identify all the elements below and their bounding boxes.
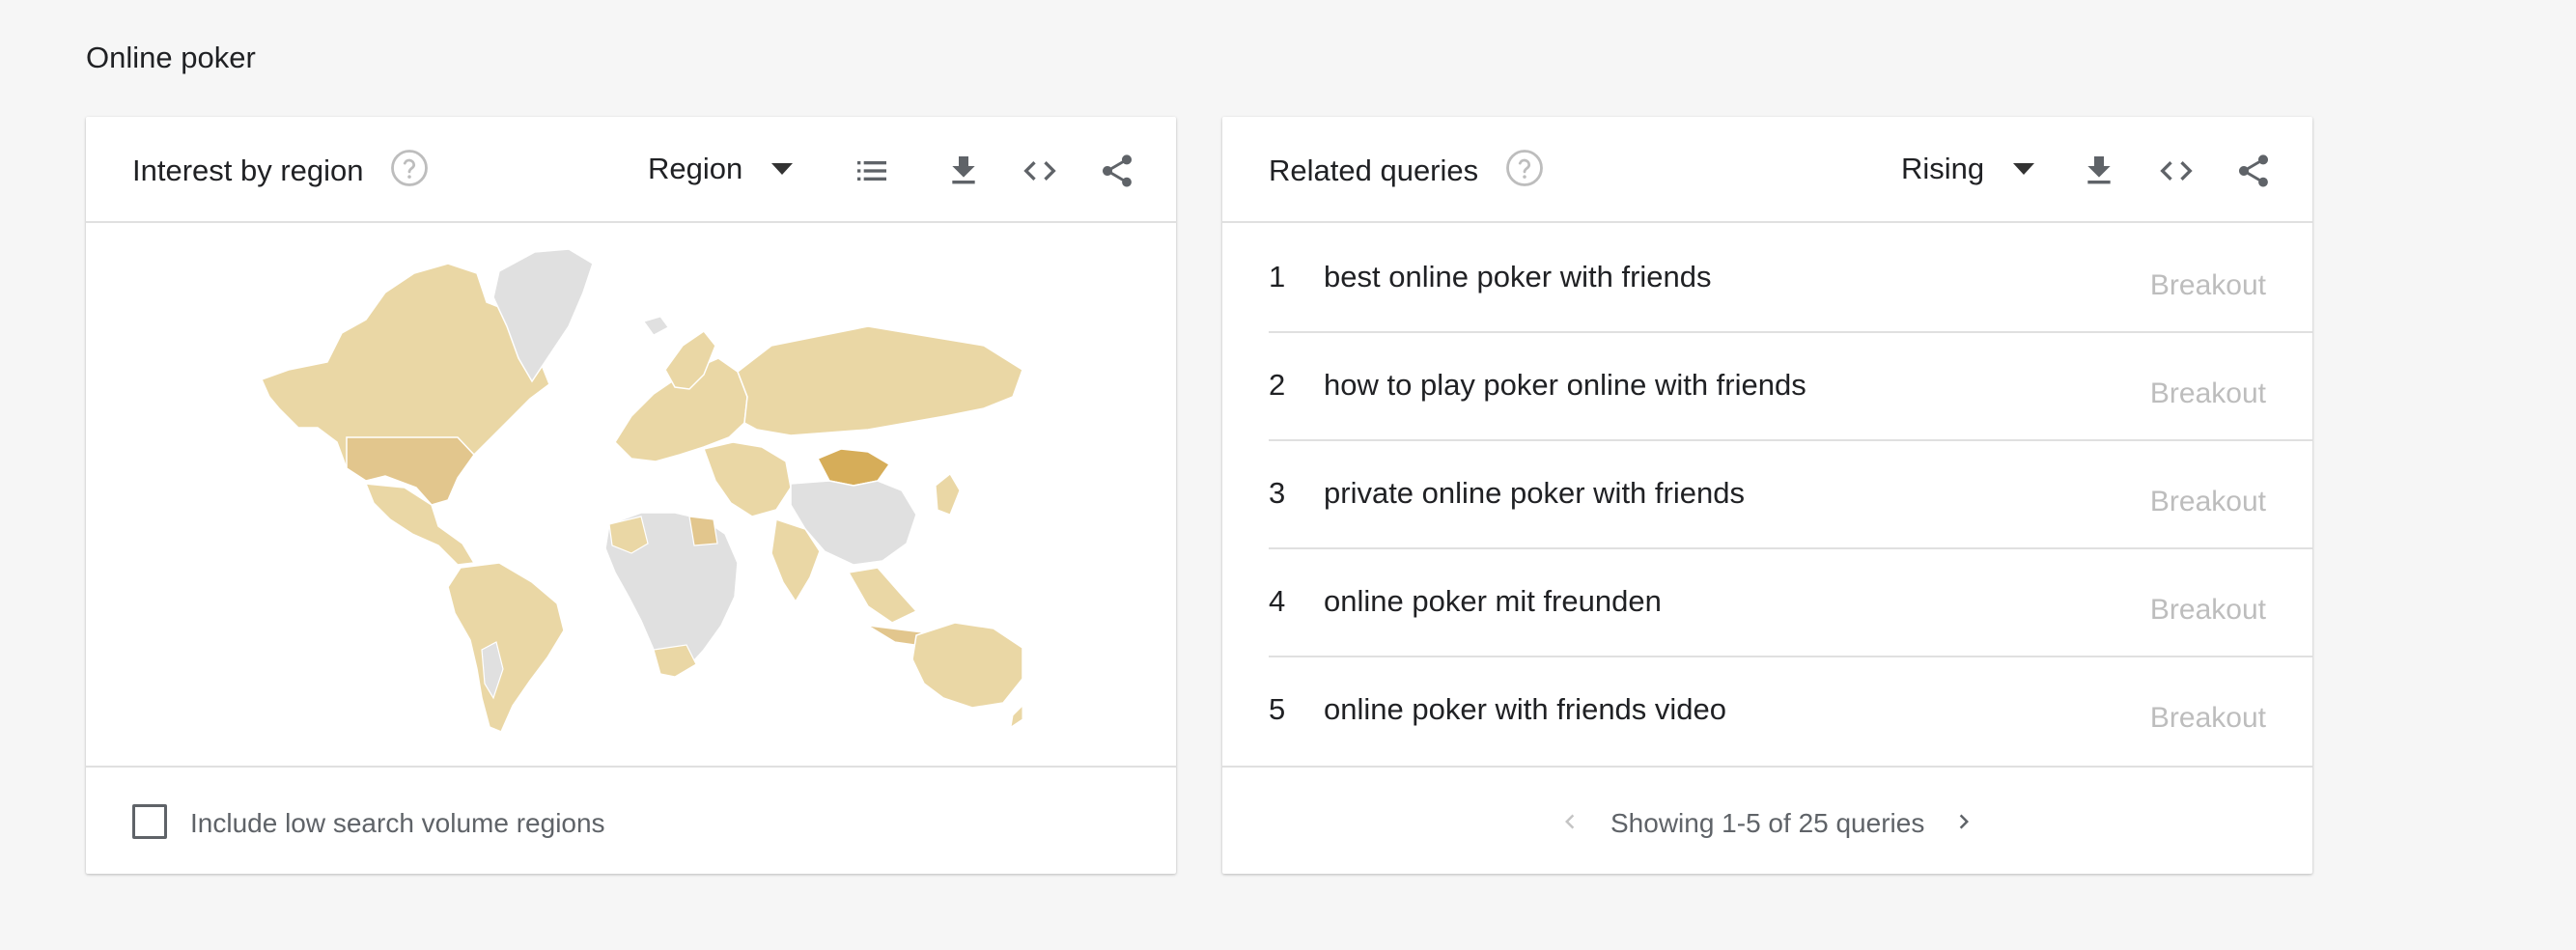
query-text[interactable]: online poker mit freunden bbox=[1324, 584, 1662, 619]
query-value: Breakout bbox=[2149, 594, 2266, 626]
sort-dropdown[interactable]: Rising bbox=[1901, 150, 2035, 188]
region-mongolia bbox=[816, 448, 891, 487]
world-map[interactable] bbox=[86, 225, 1176, 766]
region-egypt bbox=[688, 516, 718, 546]
share-icon[interactable] bbox=[1096, 150, 1138, 192]
related-queries-card: Related queries Rising 1 best online pok… bbox=[1222, 117, 2312, 874]
query-value: Breakout bbox=[2149, 486, 2266, 517]
interest-by-region-card: Interest by region Region Include low se… bbox=[86, 117, 1176, 874]
query-text[interactable]: private online poker with friends bbox=[1324, 476, 1745, 511]
page-title: Online poker bbox=[86, 41, 256, 74]
related-queries-header: Related queries Rising bbox=[1222, 117, 2312, 223]
list-icon[interactable] bbox=[851, 150, 893, 192]
query-value: Breakout bbox=[2149, 269, 2266, 301]
world-map-svg[interactable] bbox=[250, 244, 1022, 737]
pagination-label: Showing 1-5 of 25 queries bbox=[1610, 808, 1925, 838]
sort-label: Rising bbox=[1901, 152, 1985, 185]
query-value: Breakout bbox=[2149, 377, 2266, 409]
query-row[interactable]: 1 best online poker with friends Breakou… bbox=[1269, 225, 2312, 333]
query-rank: 1 bbox=[1269, 260, 1286, 293]
related-queries-title: Related queries bbox=[1269, 154, 1479, 187]
include-low-volume-label[interactable]: Include low search volume regions bbox=[190, 808, 605, 839]
query-value: Breakout bbox=[2149, 702, 2266, 734]
download-icon[interactable] bbox=[2078, 150, 2120, 192]
region-south-america bbox=[447, 562, 565, 733]
query-rank: 5 bbox=[1269, 692, 1286, 726]
region-russia bbox=[737, 325, 1022, 436]
query-row[interactable]: 3 private online poker with friends Brea… bbox=[1269, 441, 2312, 549]
query-row[interactable]: 5 online poker with friends video Breako… bbox=[1269, 657, 2312, 766]
query-row[interactable]: 2 how to play poker online with friends … bbox=[1269, 333, 2312, 441]
region-iceland bbox=[643, 316, 669, 336]
region-southeast-asia bbox=[847, 567, 918, 624]
include-low-volume-checkbox[interactable] bbox=[132, 804, 167, 839]
chevron-left-icon[interactable] bbox=[1551, 802, 1589, 841]
embed-code-icon[interactable] bbox=[1019, 150, 1061, 192]
query-text[interactable]: online poker with friends video bbox=[1324, 692, 1726, 727]
help-circle-icon[interactable] bbox=[389, 148, 430, 188]
query-row[interactable]: 4 online poker mit freunden Breakout bbox=[1269, 549, 2312, 657]
pagination: Showing 1-5 of 25 queries bbox=[1222, 766, 2312, 874]
region-middle-east bbox=[703, 441, 792, 517]
embed-code-icon[interactable] bbox=[2155, 150, 2198, 192]
interest-by-region-header: Interest by region Region bbox=[86, 117, 1176, 223]
region-resolution-dropdown[interactable]: Region bbox=[648, 150, 794, 188]
region-mexico bbox=[364, 483, 476, 566]
region-new-zealand bbox=[1010, 705, 1022, 729]
caret-down-icon bbox=[2013, 163, 2035, 175]
interest-by-region-footer: Include low search volume regions bbox=[86, 766, 1176, 874]
query-rank: 2 bbox=[1269, 368, 1286, 402]
download-icon[interactable] bbox=[942, 150, 985, 192]
query-text[interactable]: how to play poker online with friends bbox=[1324, 368, 1806, 403]
share-icon[interactable] bbox=[2232, 150, 2275, 192]
region-australia bbox=[911, 622, 1022, 709]
chevron-right-icon[interactable] bbox=[1945, 802, 1983, 841]
region-resolution-label: Region bbox=[648, 152, 743, 185]
query-rank: 3 bbox=[1269, 476, 1286, 510]
query-rank: 4 bbox=[1269, 584, 1286, 618]
region-japan bbox=[935, 473, 961, 516]
interest-by-region-title: Interest by region bbox=[132, 154, 364, 187]
query-text[interactable]: best online poker with friends bbox=[1324, 260, 1712, 294]
help-circle-icon[interactable] bbox=[1504, 148, 1545, 188]
caret-down-icon bbox=[771, 163, 794, 175]
